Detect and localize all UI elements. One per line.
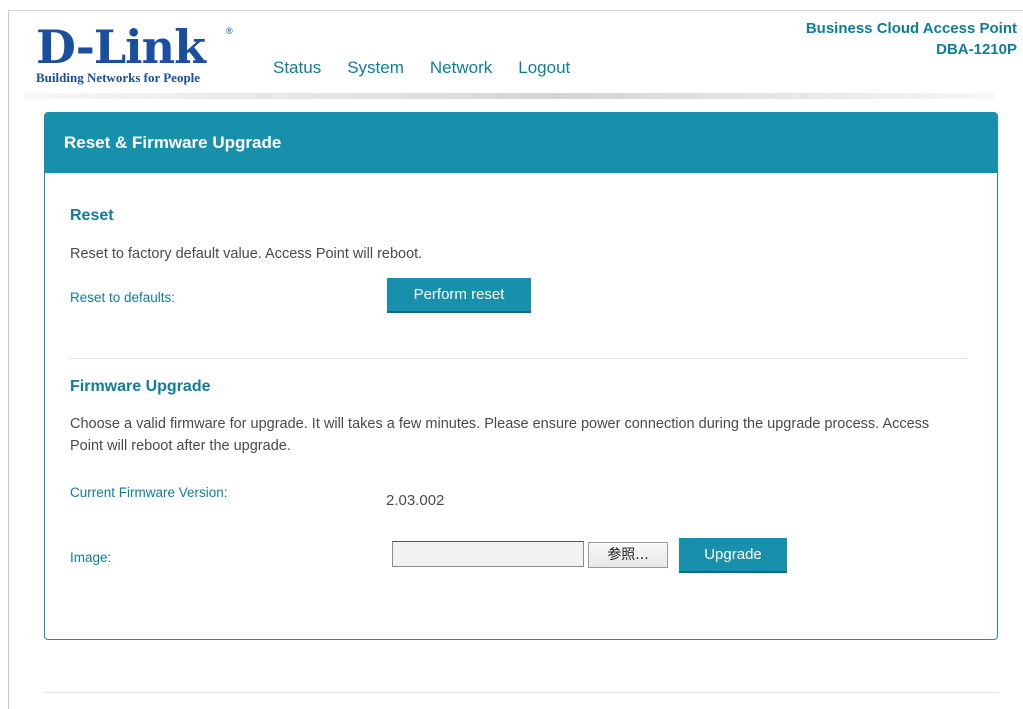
logo-registered-mark: ®: [226, 26, 233, 36]
reset-description: Reset to factory default value. Access P…: [70, 246, 423, 262]
footer-divider: [44, 692, 998, 693]
firmware-description: Choose a valid firmware for upgrade. It …: [70, 416, 930, 454]
product-model: DBA-1210P: [936, 41, 1017, 58]
current-firmware-label: Current Firmware Version:: [70, 485, 228, 500]
panel-title: Reset & Firmware Upgrade: [45, 113, 997, 173]
firmware-section-title: Firmware Upgrade: [70, 378, 211, 395]
product-line: Business Cloud Access Point: [805, 20, 1017, 37]
header-divider: [24, 93, 994, 99]
product-info: Business Cloud Access Point DBA-1210P: [806, 18, 1017, 60]
browse-button[interactable]: 参照...: [588, 542, 668, 568]
perform-reset-button[interactable]: Perform reset: [387, 278, 531, 311]
window-left-border: [8, 10, 9, 709]
firmware-file-input[interactable]: [392, 541, 584, 567]
nav-status[interactable]: Status: [273, 58, 321, 78]
nav-logout[interactable]: Logout: [518, 58, 570, 78]
nav-network[interactable]: Network: [430, 58, 492, 78]
section-divider: [70, 358, 967, 359]
upgrade-button[interactable]: Upgrade: [679, 538, 787, 571]
logo-tagline: Building Networks for People: [36, 70, 201, 85]
image-label: Image:: [70, 550, 112, 565]
logo-wordmark: D-Link: [36, 20, 206, 74]
window-top-border: [8, 10, 1023, 11]
reset-section-title: Reset: [70, 207, 114, 224]
reset-defaults-label: Reset to defaults:: [70, 290, 176, 305]
main-nav: Status System Network Logout: [273, 58, 596, 78]
reset-firmware-panel: Reset & Firmware Upgrade Reset Reset to …: [44, 112, 998, 640]
current-firmware-value: 2.03.002: [386, 492, 445, 509]
dlink-logo: D-Link ® Building Networks for People: [36, 20, 236, 86]
nav-system[interactable]: System: [347, 58, 404, 78]
